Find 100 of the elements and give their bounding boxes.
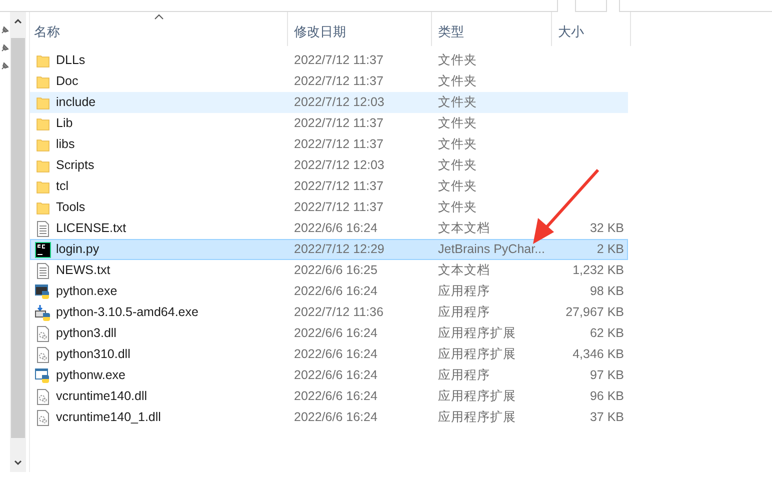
column-header[interactable]: 名称 xyxy=(30,12,288,46)
folder-icon xyxy=(36,180,50,194)
pin-icon[interactable] xyxy=(1,44,9,52)
file-type: 文件夹 xyxy=(437,94,478,112)
modified-date: 2022/6/6 16:24 xyxy=(293,283,378,300)
modified-date: 2022/7/12 12:03 xyxy=(293,94,386,112)
file-row[interactable]: include 2022/7/12 12:03 文件夹 xyxy=(30,92,628,113)
file-row[interactable]: Scripts 2022/7/12 12:03 文件夹 xyxy=(30,155,628,176)
file-row[interactable]: vcruntime140_1.dll 2022/6/6 16:24 应用程序扩展 37 KB xyxy=(30,407,628,428)
modified-date: 2022/7/12 11:37 xyxy=(293,115,384,132)
file-size: 1,232 KB xyxy=(572,262,624,280)
folder-icon xyxy=(36,54,50,68)
file-type: 应用程序扩展 xyxy=(437,388,517,406)
file-size: 62 KB xyxy=(590,325,624,342)
file-name: include xyxy=(56,94,96,112)
dll-file-icon xyxy=(36,326,50,342)
modified-date: 2022/6/6 16:24 xyxy=(293,325,378,342)
file-size: 4,346 KB xyxy=(572,346,624,364)
folder-icon xyxy=(36,74,50,88)
search-field[interactable] xyxy=(619,0,772,12)
column-header[interactable]: 大小 xyxy=(552,12,631,46)
modified-date: 2022/7/12 11:37 xyxy=(293,178,384,196)
text-file-icon xyxy=(36,220,50,236)
column-header[interactable]: 修改日期 xyxy=(288,12,432,46)
folder-icon xyxy=(36,158,50,172)
file-type: 应用程序 xyxy=(437,367,491,384)
file-name: Doc xyxy=(56,73,78,90)
file-type: 应用程序扩展 xyxy=(437,346,517,364)
pin-icon[interactable] xyxy=(1,62,9,70)
dll-file-icon xyxy=(36,410,50,426)
file-size: 32 KB xyxy=(590,220,624,238)
file-row[interactable]: login.py 2022/7/12 12:29 JetBrains PyChar... 2 KB xyxy=(30,239,628,260)
modified-date: 2022/7/12 11:36 xyxy=(293,304,384,322)
file-size: 98 KB xyxy=(590,283,624,300)
file-type: 文件夹 xyxy=(437,115,478,132)
file-row[interactable]: libs 2022/7/12 11:37 文件夹 xyxy=(30,134,628,155)
file-size: 97 KB xyxy=(590,367,624,384)
file-type: 应用程序扩展 xyxy=(437,409,517,426)
file-row[interactable]: tcl 2022/7/12 11:37 文件夹 xyxy=(30,176,628,197)
file-name: Tools xyxy=(56,199,86,216)
modified-date: 2022/7/12 11:37 xyxy=(293,52,384,70)
file-type: 文件夹 xyxy=(437,136,478,154)
pin-icon[interactable] xyxy=(1,26,9,34)
file-type: JetBrains PyChar... xyxy=(437,241,544,258)
file-name: python.exe xyxy=(56,283,118,300)
modified-date: 2022/6/6 16:24 xyxy=(293,388,378,406)
modified-date: 2022/6/6 16:24 xyxy=(293,409,378,426)
modified-date: 2022/7/12 11:37 xyxy=(293,199,384,216)
file-size: 96 KB xyxy=(590,388,624,406)
folder-icon xyxy=(36,200,50,214)
file-row[interactable]: DLLs 2022/7/12 11:37 文件夹 xyxy=(30,50,628,71)
file-row[interactable]: python.exe 2022/6/6 16:24 应用程序 98 KB xyxy=(30,281,628,302)
file-size: 2 KB xyxy=(596,241,624,258)
dll-file-icon xyxy=(36,346,50,362)
python-app-icon xyxy=(35,284,51,300)
python-app-icon xyxy=(35,368,51,384)
folder-icon xyxy=(36,138,50,152)
file-type: 文本文档 xyxy=(437,262,491,280)
file-row[interactable]: python310.dll 2022/6/6 16:24 应用程序扩展 4,346 KB xyxy=(30,344,628,365)
file-name: pythonw.exe xyxy=(56,367,126,384)
file-name: libs xyxy=(56,136,75,154)
file-row[interactable]: Doc 2022/7/12 11:37 文件夹 xyxy=(30,71,628,92)
modified-date: 2022/6/6 16:24 xyxy=(293,367,378,384)
file-row[interactable]: NEWS.txt 2022/6/6 16:25 文本文档 1,232 KB xyxy=(30,260,628,281)
file-name: LICENSE.txt xyxy=(56,220,126,238)
scrollbar-thumb[interactable] xyxy=(11,38,25,438)
file-name: tcl xyxy=(56,178,68,196)
modified-date: 2022/7/12 11:37 xyxy=(293,73,384,90)
file-type: 应用程序 xyxy=(437,283,491,300)
file-type: 文件夹 xyxy=(437,157,478,174)
file-row[interactable]: python-3.10.5-amd64.exe 2022/7/12 11:36 应用程序 27,967 KB xyxy=(30,302,628,323)
modified-date: 2022/6/6 16:24 xyxy=(293,346,378,364)
installer-icon xyxy=(35,304,51,320)
file-name: NEWS.txt xyxy=(56,262,110,280)
file-row[interactable]: LICENSE.txt 2022/6/6 16:24 文本文档 32 KB xyxy=(30,218,628,239)
pycharm-file-icon xyxy=(35,242,51,258)
file-size: 27,967 KB xyxy=(566,304,624,322)
dll-file-icon xyxy=(36,388,50,404)
folder-icon xyxy=(36,96,50,110)
file-name: vcruntime140.dll xyxy=(56,388,148,406)
file-type: 应用程序扩展 xyxy=(437,325,517,342)
modified-date: 2022/7/12 11:37 xyxy=(293,136,384,154)
file-size: 37 KB xyxy=(590,409,624,426)
file-type: 应用程序 xyxy=(437,304,491,322)
file-row[interactable]: pythonw.exe 2022/6/6 16:24 应用程序 97 KB xyxy=(30,365,628,386)
file-type: 文件夹 xyxy=(437,52,478,70)
file-row[interactable]: vcruntime140.dll 2022/6/6 16:24 应用程序扩展 96 KB xyxy=(30,386,628,407)
column-header[interactable]: 类型 xyxy=(432,12,552,46)
file-row[interactable]: Tools 2022/7/12 11:37 文件夹 xyxy=(30,197,628,218)
file-name: Lib xyxy=(56,115,73,132)
file-type: 文件夹 xyxy=(437,199,478,216)
file-type: 文件夹 xyxy=(437,73,478,90)
modified-date: 2022/7/12 12:29 xyxy=(293,241,386,258)
file-row[interactable]: Lib 2022/7/12 11:37 文件夹 xyxy=(30,113,628,134)
file-name: DLLs xyxy=(56,52,86,70)
file-name: python310.dll xyxy=(56,346,130,364)
file-type: 文件夹 xyxy=(437,178,478,196)
file-row[interactable]: python3.dll 2022/6/6 16:24 应用程序扩展 62 KB xyxy=(30,323,628,344)
file-name: vcruntime140_1.dll xyxy=(56,409,161,426)
modified-date: 2022/6/6 16:25 xyxy=(293,262,378,280)
